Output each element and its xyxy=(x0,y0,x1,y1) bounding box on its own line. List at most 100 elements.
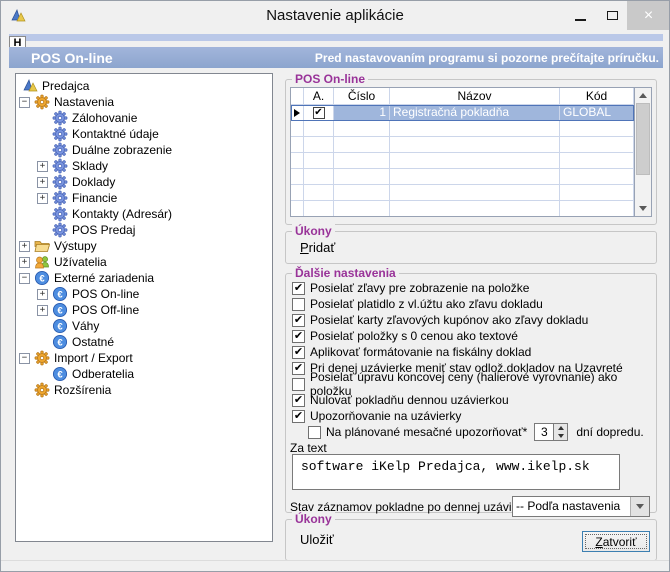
tree-item[interactable]: −Nastavenia xyxy=(16,94,272,110)
setting-checkbox-row[interactable]: Posielať úpravu koncovej ceny (halierové… xyxy=(292,376,650,392)
setting-checkbox[interactable]: ✔ xyxy=(292,410,305,423)
plus-expander-icon[interactable]: + xyxy=(19,257,30,268)
plus-expander-icon[interactable]: + xyxy=(19,241,30,252)
group-label: POS On-line xyxy=(292,72,368,86)
tree-item-label: POS Off-line xyxy=(72,303,139,317)
setting-checkbox[interactable] xyxy=(292,378,305,391)
scrollbar-thumb[interactable] xyxy=(636,103,650,175)
maximize-button[interactable] xyxy=(597,1,627,30)
tree-item-label: Sklady xyxy=(72,159,108,173)
table-row[interactable]: ✔1Registračná pokladňaGLOBAL xyxy=(291,105,634,121)
gear-orange-icon xyxy=(34,382,50,398)
setting-checkbox-row[interactable]: ✔Aplikovať formátovanie na fiskálny dokl… xyxy=(292,344,650,360)
tree-item[interactable]: +Výstupy xyxy=(16,238,272,254)
row-selector-cell xyxy=(291,121,304,137)
table-empty-row[interactable] xyxy=(291,185,634,201)
active-checkbox[interactable]: ✔ xyxy=(313,107,325,119)
spinner-down-icon[interactable] xyxy=(554,432,567,440)
plus-expander-icon[interactable]: + xyxy=(37,305,48,316)
scroll-down-icon[interactable] xyxy=(635,201,651,216)
table-scrollbar[interactable] xyxy=(634,88,651,216)
column-header[interactable]: Číslo xyxy=(334,88,390,105)
tree-item[interactable]: +Doklady xyxy=(16,174,272,190)
monthly-reminder-checkbox[interactable] xyxy=(308,426,321,439)
monthly-reminder-row[interactable]: Na plánované mesačné upozorňovať* 3 dní … xyxy=(308,423,644,441)
tree-item[interactable]: POS Predaj xyxy=(16,222,272,238)
minus-expander-icon[interactable]: − xyxy=(19,97,30,108)
tree-item[interactable]: Kontakty (Adresár) xyxy=(16,206,272,222)
nazov-cell xyxy=(390,201,560,216)
tree-item[interactable]: + Sklady xyxy=(16,158,272,174)
register-status-select[interactable]: -- Podľa nastavenia xyxy=(512,496,650,517)
plus-expander-icon[interactable]: + xyxy=(37,177,48,188)
tree-item-label: Financie xyxy=(72,191,117,205)
tree-item[interactable]: €Ostatné xyxy=(16,334,272,350)
plus-expander-icon[interactable]: + xyxy=(37,161,48,172)
setting-checkbox[interactable]: ✔ xyxy=(292,282,305,295)
close-form-button[interactable]: Zatvoriť xyxy=(582,531,650,552)
tree-item[interactable]: Kontaktné údaje xyxy=(16,126,272,142)
minus-expander-icon[interactable]: − xyxy=(19,353,30,364)
expander-spacer xyxy=(37,321,48,332)
tree-item[interactable]: Duálne zobrazenie xyxy=(16,142,272,158)
tree-item-label: Externé zariadenia xyxy=(54,271,154,285)
active-checkbox-cell xyxy=(304,137,334,153)
days-spinner[interactable]: 3 xyxy=(534,423,568,441)
chevron-down-icon[interactable] xyxy=(630,497,649,516)
tree-item[interactable]: €Váhy xyxy=(16,318,272,334)
column-header[interactable]: A. xyxy=(304,88,334,105)
nazov-cell: Registračná pokladňa xyxy=(390,105,560,121)
setting-checkbox[interactable]: ✔ xyxy=(292,362,305,375)
add-link[interactable]: Pridať xyxy=(300,240,335,255)
setting-checkbox-row[interactable]: ✔Posielať karty zľavových kupónov ako zľ… xyxy=(292,312,650,328)
tree-item-label: Rozšírenia xyxy=(54,383,111,397)
table-empty-row[interactable] xyxy=(291,153,634,169)
setting-checkbox[interactable]: ✔ xyxy=(292,394,305,407)
setting-checkbox[interactable]: ✔ xyxy=(292,346,305,359)
save-link[interactable]: Uložiť xyxy=(300,532,334,547)
tree-item[interactable]: −€Externé zariadenia xyxy=(16,270,272,286)
minus-expander-icon[interactable]: − xyxy=(19,273,30,284)
days-value[interactable]: 3 xyxy=(534,423,554,441)
pos-online-group: POS On-line A.ČísloNázovKód✔1Registračná… xyxy=(285,79,657,225)
tree-item[interactable]: Rozšírenia xyxy=(16,382,272,398)
setting-checkbox[interactable]: ✔ xyxy=(292,330,305,343)
row-selector-cell xyxy=(291,169,304,185)
close-button[interactable]: × xyxy=(627,1,670,30)
spinner-up-icon[interactable] xyxy=(554,424,567,432)
row-selector-cell xyxy=(291,105,304,121)
tree-item[interactable]: Predajca xyxy=(16,78,272,94)
tree-item[interactable]: −Import / Export xyxy=(16,350,272,366)
setting-checkbox-row[interactable]: ✔Posielať položky s 0 cenou ako textové xyxy=(292,328,650,344)
tree-item[interactable]: +€POS Off-line xyxy=(16,302,272,318)
setting-checkbox[interactable]: ✔ xyxy=(292,314,305,327)
euro-icon: € xyxy=(52,366,68,382)
tree-item[interactable]: €Odberatelia xyxy=(16,366,272,382)
column-header[interactable]: Kód xyxy=(560,88,634,105)
table-empty-row[interactable] xyxy=(291,201,634,216)
tree-item[interactable]: +€POS On-line xyxy=(16,286,272,302)
table-empty-row[interactable] xyxy=(291,137,634,153)
tree-item[interactable]: Zálohovanie xyxy=(16,110,272,126)
tree-item[interactable]: + Financie xyxy=(16,190,272,206)
column-header[interactable]: Názov xyxy=(390,88,560,105)
setting-checkbox[interactable] xyxy=(292,298,305,311)
nazov-cell xyxy=(390,185,560,201)
za-text-input[interactable]: software iKelp Predajca, www.ikelp.sk xyxy=(292,454,620,490)
tree-item[interactable]: +Užívatelia xyxy=(16,254,272,270)
minimize-icon xyxy=(575,19,586,21)
cislo-cell xyxy=(334,121,390,137)
euro-icon: € xyxy=(52,286,68,302)
nazov-cell xyxy=(390,121,560,137)
minimize-button[interactable] xyxy=(565,1,595,30)
plus-expander-icon[interactable]: + xyxy=(37,289,48,300)
plus-expander-icon[interactable]: + xyxy=(37,193,48,204)
table-empty-row[interactable] xyxy=(291,121,634,137)
active-checkbox-cell xyxy=(304,169,334,185)
scroll-up-icon[interactable] xyxy=(635,88,651,103)
setting-checkbox-row[interactable]: ✔Posielať zľavy pre zobrazenie na položk… xyxy=(292,280,650,296)
kod-cell xyxy=(560,201,634,216)
setting-checkbox-row[interactable]: ✔Upozorňovanie na uzávierky xyxy=(292,408,650,424)
table-empty-row[interactable] xyxy=(291,169,634,185)
setting-checkbox-row[interactable]: Posielať platidlo z vl.úžtu ako zľavu do… xyxy=(292,296,650,312)
